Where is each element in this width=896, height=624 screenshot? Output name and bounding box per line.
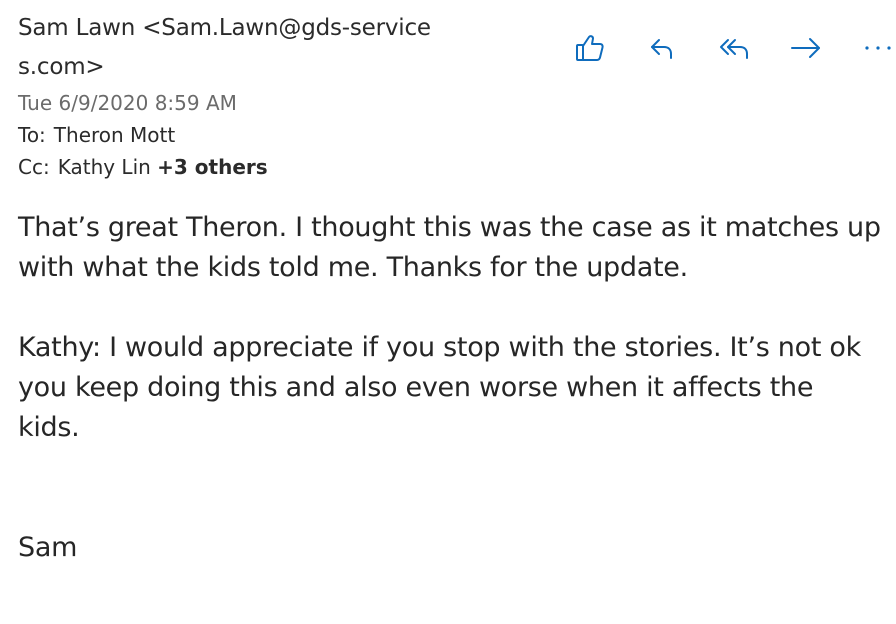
body-line: Kathy: I would appreciate if you stop wi… — [18, 332, 861, 363]
forward-button[interactable] — [786, 28, 826, 68]
like-icon — [572, 30, 608, 66]
reply-all-icon — [717, 32, 753, 64]
body-line: with what the kids told me. Thanks for t… — [18, 252, 688, 283]
body-line: kids. — [18, 412, 80, 443]
like-button[interactable] — [570, 28, 610, 68]
sender-address[interactable]: Sam Lawn <Sam.Lawn@gds-service s.com> — [18, 9, 478, 87]
sender-line-1: Sam Lawn <Sam.Lawn@gds-service — [18, 15, 431, 41]
to-row: To: Theron Mott — [18, 122, 175, 148]
cc-recipient[interactable]: Kathy Lin — [58, 155, 151, 179]
sender-line-2: s.com> — [18, 54, 105, 80]
to-recipient[interactable]: Theron Mott — [54, 123, 175, 147]
message-body: That’s great Theron. I thought this was … — [18, 208, 888, 568]
reply-icon — [646, 32, 678, 64]
more-icon — [862, 42, 894, 54]
email-reading-pane: Sam Lawn <Sam.Lawn@gds-service s.com> Tu… — [0, 0, 896, 624]
reply-button[interactable] — [642, 28, 682, 68]
forward-icon — [788, 32, 824, 64]
more-actions-button[interactable] — [858, 28, 896, 68]
to-label: To: — [18, 123, 46, 147]
body-line: you keep doing this and also even worse … — [18, 372, 814, 403]
cc-more-recipients[interactable]: +3 others — [157, 155, 268, 179]
signature: Sam — [18, 532, 78, 563]
message-actions-toolbar — [568, 28, 896, 68]
body-line: That’s great Theron. I thought this was … — [18, 212, 881, 243]
reply-all-button[interactable] — [715, 28, 755, 68]
cc-row: Cc: Kathy Lin +3 others — [18, 154, 268, 180]
sent-date: Tue 6/9/2020 8:59 AM — [18, 91, 237, 115]
cc-label: Cc: — [18, 155, 50, 179]
